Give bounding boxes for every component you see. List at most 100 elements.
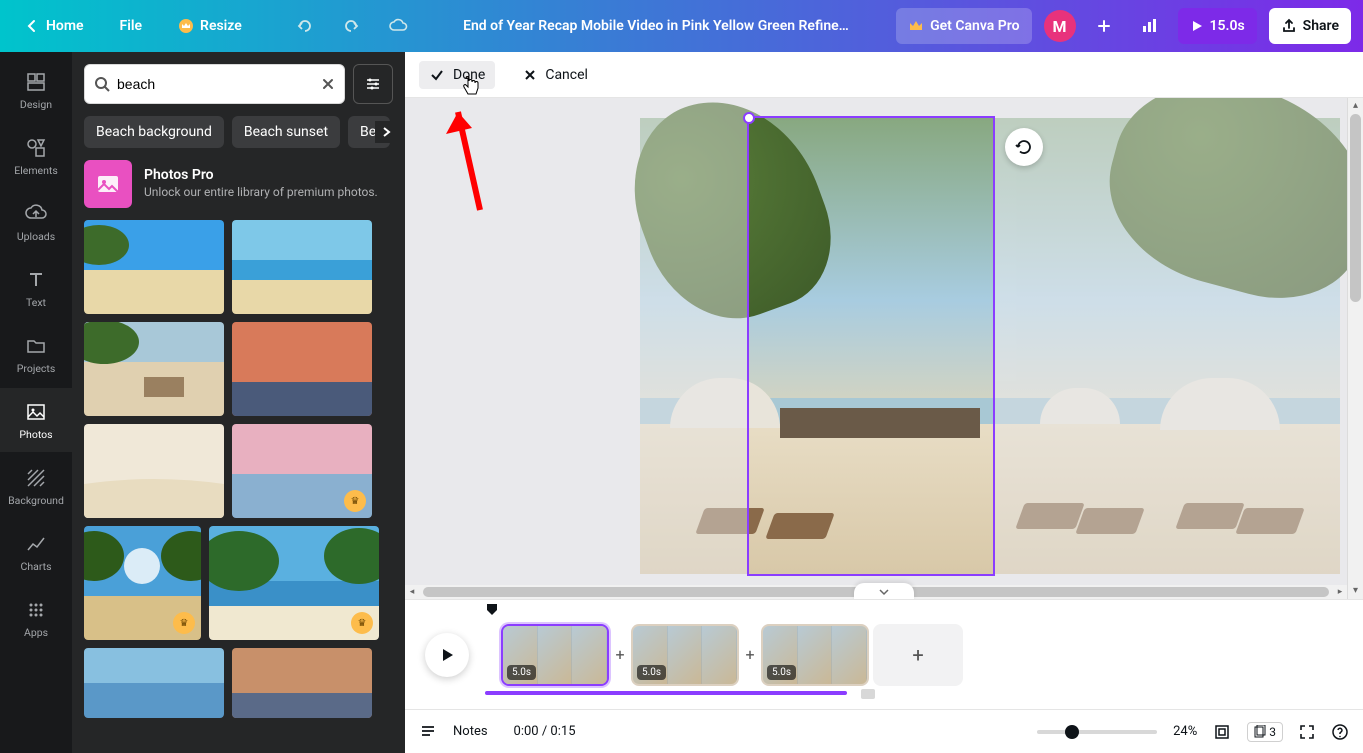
- preview-play-button[interactable]: 15.0s: [1178, 8, 1257, 44]
- notes-icon[interactable]: [419, 723, 437, 741]
- rail-text[interactable]: Text: [0, 256, 72, 320]
- canvas[interactable]: ◂ ▸ ▴ ▾: [405, 98, 1363, 599]
- fit-view-icon[interactable]: [1213, 723, 1231, 741]
- timeline-clip-2[interactable]: 5.0s: [631, 624, 739, 686]
- vertical-scrollbar[interactable]: ▴ ▾: [1347, 98, 1363, 599]
- photo-thumb[interactable]: ♛: [232, 424, 372, 518]
- clear-search-icon[interactable]: [320, 76, 336, 92]
- search-icon: [93, 75, 111, 93]
- elements-icon: [24, 136, 48, 160]
- insights-button[interactable]: [1132, 8, 1166, 44]
- rail-charts[interactable]: Charts: [0, 520, 72, 584]
- add-member-button[interactable]: [1088, 8, 1120, 44]
- add-clip-button[interactable]: +: [873, 624, 963, 686]
- chips-scroll-right-icon[interactable]: [375, 121, 397, 143]
- timeline-collapse-button[interactable]: [854, 583, 914, 599]
- add-transition-button[interactable]: +: [613, 648, 627, 662]
- chip-beach-sunset[interactable]: Beach sunset: [232, 116, 340, 148]
- photo-thumb[interactable]: [84, 220, 224, 314]
- replace-image-button[interactable]: [1005, 128, 1043, 166]
- cloud-sync-icon[interactable]: [380, 8, 416, 44]
- home-button[interactable]: Home: [12, 8, 96, 44]
- premium-badge-icon: ♛: [351, 612, 373, 634]
- search-settings-button[interactable]: [353, 64, 393, 104]
- photos-panel: Beach background Beach sunset Beach Phot…: [72, 52, 405, 753]
- promo-title: Photos Pro: [144, 167, 378, 183]
- promo-subtitle: Unlock our entire library of premium pho…: [144, 185, 378, 201]
- close-icon: [523, 68, 537, 82]
- rail-uploads[interactable]: Uploads: [0, 190, 72, 254]
- bottom-bar: Notes 0:00 / 0:15 24% 3: [405, 709, 1363, 753]
- rail-photos[interactable]: Photos: [0, 388, 72, 452]
- clip-duration-label: 5.0s: [507, 665, 536, 680]
- zoom-slider[interactable]: [1037, 730, 1157, 734]
- clip-duration-label: 5.0s: [637, 665, 666, 680]
- photo-thumb[interactable]: [232, 648, 372, 718]
- side-rail: Design Elements Uploads Text Projects Ph…: [0, 52, 72, 753]
- done-button[interactable]: Done: [419, 61, 495, 89]
- uploads-icon: [24, 202, 48, 226]
- add-transition-button[interactable]: +: [743, 648, 757, 662]
- scroll-down-icon[interactable]: ▾: [1348, 583, 1363, 599]
- playback-time: 0:00 / 0:15: [514, 724, 576, 739]
- redo-button[interactable]: [334, 8, 368, 44]
- photo-thumb[interactable]: [232, 220, 372, 314]
- photo-thumb[interactable]: ♛: [209, 526, 379, 640]
- playhead-marker[interactable]: [485, 602, 499, 620]
- crown-icon: [178, 18, 194, 34]
- page-title[interactable]: End of Year Recap Mobile Video in Pink Y…: [428, 18, 884, 34]
- apps-icon: [24, 598, 48, 622]
- photo-thumb[interactable]: [232, 322, 372, 416]
- photo-thumb[interactable]: [84, 648, 224, 718]
- zoom-value[interactable]: 24%: [1173, 724, 1197, 739]
- rail-apps[interactable]: Apps: [0, 586, 72, 650]
- home-label: Home: [46, 18, 84, 34]
- timeline: 5.0s + 5.0s + 5.0s +: [405, 599, 1363, 709]
- projects-icon: [24, 334, 48, 358]
- design-icon: [24, 70, 48, 94]
- photo-thumb[interactable]: [84, 424, 224, 518]
- scroll-left-icon[interactable]: ◂: [405, 585, 419, 599]
- page-count-badge[interactable]: 3: [1247, 722, 1283, 742]
- chevron-left-icon: [24, 18, 40, 34]
- timeline-track-bar[interactable]: [485, 691, 847, 695]
- photos-icon: [24, 400, 48, 424]
- text-icon: [24, 268, 48, 292]
- photos-pro-promo[interactable]: Photos Pro Unlock our entire library of …: [84, 160, 393, 208]
- search-box: [84, 64, 345, 104]
- search-input[interactable]: [117, 76, 314, 92]
- crop-region[interactable]: [749, 118, 993, 574]
- photo-thumb[interactable]: ♛: [84, 526, 201, 640]
- audio-track-chip[interactable]: [861, 689, 875, 699]
- crop-toolbar: Done Cancel: [405, 52, 1363, 98]
- main-area: Done Cancel: [405, 52, 1363, 753]
- timeline-clip-3[interactable]: 5.0s: [761, 624, 869, 686]
- undo-button[interactable]: [288, 8, 322, 44]
- rail-design[interactable]: Design: [0, 58, 72, 122]
- timeline-clip-1[interactable]: 5.0s: [501, 624, 609, 686]
- charts-icon: [24, 532, 48, 556]
- notes-button[interactable]: Notes: [453, 724, 488, 739]
- scroll-right-icon[interactable]: ▸: [1333, 585, 1347, 599]
- file-menu[interactable]: File: [108, 8, 155, 44]
- rail-background[interactable]: Background: [0, 454, 72, 518]
- crown-icon: [908, 18, 924, 34]
- photo-grid: ♛ ♛ ♛: [72, 220, 405, 753]
- chip-beach-background[interactable]: Beach background: [84, 116, 224, 148]
- help-icon[interactable]: [1331, 723, 1349, 741]
- get-pro-button[interactable]: Get Canva Pro: [896, 8, 1031, 44]
- fullscreen-icon[interactable]: [1299, 724, 1315, 740]
- clip-duration-label: 5.0s: [767, 665, 796, 680]
- scroll-up-icon[interactable]: ▴: [1348, 98, 1363, 114]
- avatar[interactable]: M: [1044, 10, 1076, 42]
- background-icon: [24, 466, 48, 490]
- app-header: Home File Resize End of Year Recap Mobil…: [0, 0, 1363, 52]
- rail-projects[interactable]: Projects: [0, 322, 72, 386]
- photo-thumb[interactable]: [84, 322, 224, 416]
- timeline-play-button[interactable]: [425, 633, 469, 677]
- share-button[interactable]: Share: [1269, 8, 1351, 44]
- check-icon: [429, 67, 445, 83]
- cancel-button[interactable]: Cancel: [513, 61, 598, 89]
- resize-button[interactable]: Resize: [166, 8, 254, 44]
- rail-elements[interactable]: Elements: [0, 124, 72, 188]
